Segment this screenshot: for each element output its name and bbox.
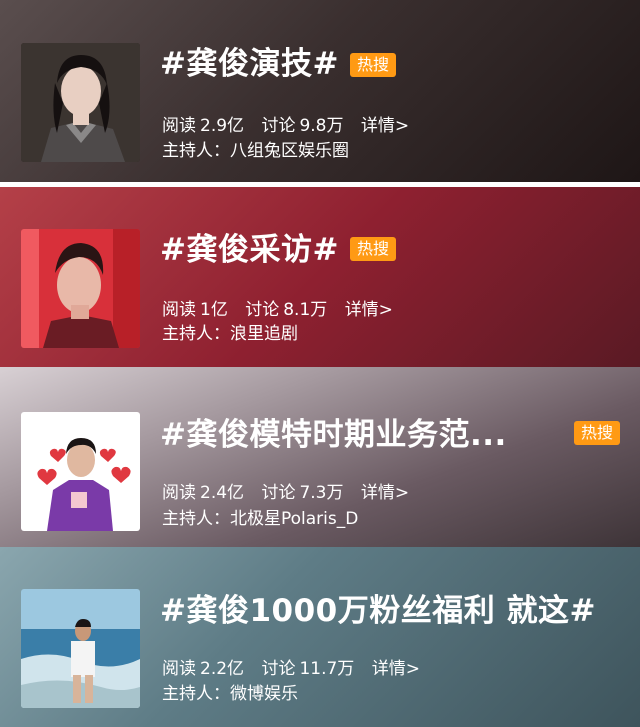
topic-title[interactable]: #龚俊采访#: [160, 230, 339, 270]
host-name[interactable]: 北极星Polaris_D: [230, 509, 358, 529]
read-count: 2.4亿: [200, 483, 245, 503]
discuss-label: 讨论: [261, 483, 296, 503]
read-label: 阅读: [162, 659, 196, 679]
discuss-label: 讨论: [245, 300, 280, 320]
topic-stats: 阅读 2.4亿 讨论 7.3万 详情>: [162, 481, 421, 505]
hot-search-badge: 热搜: [350, 53, 397, 77]
topic-title[interactable]: #龚俊模特时期业务范...: [160, 415, 507, 455]
detail-link[interactable]: 详情>: [361, 116, 409, 136]
topic-title[interactable]: #龚俊1000万粉丝福利 就这#: [160, 591, 596, 631]
host-label: 主持人：: [162, 509, 230, 529]
read-label: 阅读: [162, 116, 196, 136]
discuss-count: 11.7万: [299, 659, 355, 679]
host-label: 主持人：: [162, 141, 230, 161]
discuss-count: 7.3万: [299, 483, 344, 503]
read-count: 2.9亿: [200, 116, 245, 136]
topic-stats: 阅读 1亿 讨论 8.1万 详情>: [162, 298, 405, 322]
topic-stats: 阅读 2.9亿 讨论 9.8万 详情>: [162, 114, 421, 138]
topic-card-3[interactable]: #龚俊模特时期业务范... 热搜 阅读 2.4亿 讨论 7.3万 详情> 主持人：北…: [0, 367, 640, 547]
discuss-count: 8.1万: [283, 300, 328, 320]
topic-host: 主持人：八组兔区娱乐圈: [162, 139, 349, 163]
detail-link[interactable]: 详情>: [345, 300, 393, 320]
host-name[interactable]: 浪里追剧: [230, 324, 298, 344]
topic-thumbnail[interactable]: [21, 229, 140, 348]
host-name[interactable]: 微博娱乐: [230, 684, 298, 704]
topic-host: 主持人：浪里追剧: [162, 322, 298, 346]
topic-card-1[interactable]: #龚俊演技# 热搜 阅读 2.9亿 讨论 9.8万 详情> 主持人：八组兔区娱乐圈: [0, 0, 640, 182]
read-count: 1亿: [200, 300, 228, 320]
topic-thumbnail[interactable]: [21, 43, 140, 162]
detail-link[interactable]: 详情>: [372, 659, 420, 679]
detail-link[interactable]: 详情>: [361, 483, 409, 503]
read-label: 阅读: [162, 483, 196, 503]
topic-title[interactable]: #龚俊演技#: [160, 44, 339, 84]
topic-host: 主持人：北极星Polaris_D: [162, 507, 358, 531]
host-name[interactable]: 八组兔区娱乐圈: [230, 141, 349, 161]
topic-thumbnail[interactable]: [21, 589, 140, 708]
topic-card-2[interactable]: #龚俊采访# 热搜 阅读 1亿 讨论 8.1万 详情> 主持人：浪里追剧: [0, 187, 640, 367]
host-label: 主持人：: [162, 324, 230, 344]
topic-host: 主持人：微博娱乐: [162, 682, 298, 706]
discuss-label: 讨论: [261, 116, 296, 136]
topic-stats: 阅读 2.2亿 讨论 11.7万 详情>: [162, 657, 432, 681]
host-label: 主持人：: [162, 684, 230, 704]
discuss-count: 9.8万: [299, 116, 344, 136]
read-count: 2.2亿: [200, 659, 245, 679]
read-label: 阅读: [162, 300, 196, 320]
topic-card-4[interactable]: #龚俊1000万粉丝福利 就这# 阅读 2.2亿 讨论 11.7万 详情> 主持人：…: [0, 547, 640, 727]
hot-search-badge: 热搜: [574, 421, 621, 445]
discuss-label: 讨论: [261, 659, 296, 679]
topic-thumbnail[interactable]: [21, 412, 140, 531]
hot-search-badge: 热搜: [350, 237, 397, 261]
